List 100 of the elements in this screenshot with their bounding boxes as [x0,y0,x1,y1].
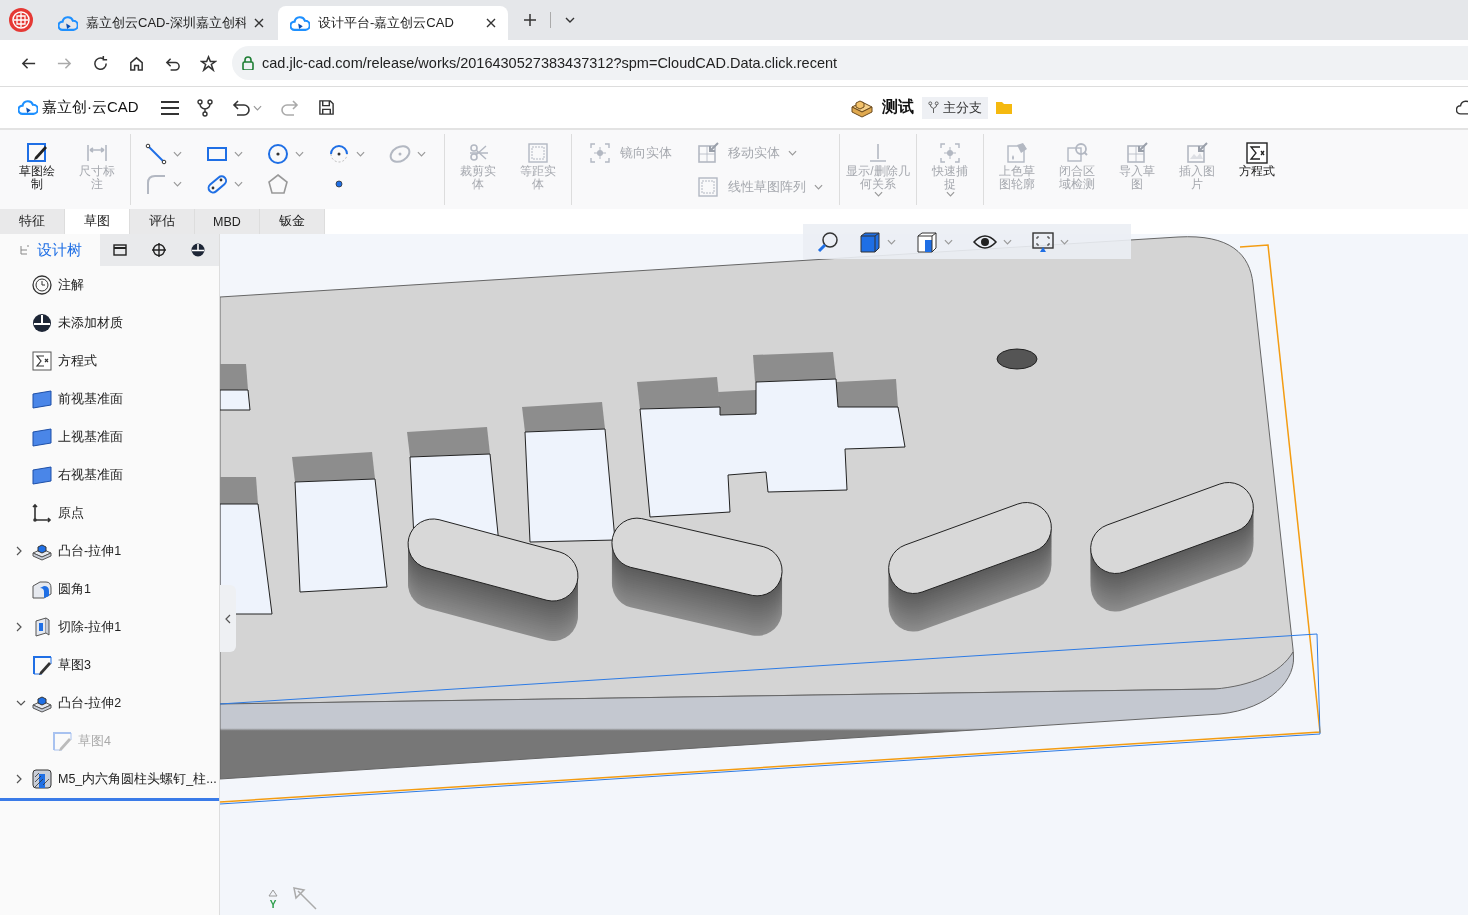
undo-icon[interactable] [230,99,251,116]
branch-icon[interactable] [196,98,213,117]
annotation-icon [32,275,52,295]
monitor-icon [1032,230,1054,253]
chevron-right-icon[interactable] [16,774,22,784]
tree-item[interactable]: 右视基准面 [58,466,123,484]
axis-label: Y [269,899,277,910]
picture-icon [1185,141,1209,165]
caret-icon [295,151,304,157]
corner-icon [145,173,167,195]
home-icon[interactable] [127,54,145,72]
caret-icon [417,151,426,157]
branch-badge[interactable]: 主分支 [922,96,988,119]
origin-icon [32,503,52,523]
offset-icon [696,175,720,199]
plane-icon [32,427,52,447]
ribbon-tab[interactable]: 草图 [65,209,130,234]
cloud-favicon-icon [58,14,78,32]
snap-icon [588,141,612,165]
browser-logo-icon[interactable] [8,7,34,33]
material-icon [32,313,52,333]
plane-icon [32,465,52,485]
equation-tool-button[interactable]: 方程式 [1228,141,1286,178]
equation-icon [1245,141,1269,165]
tree-item[interactable]: 凸台-拉伸2 [58,694,122,712]
equation-icon [32,351,52,371]
caret-icon [356,151,365,157]
caret-icon [173,181,182,187]
cube-icon [859,230,881,253]
caret-icon [252,104,262,111]
panel-icon [112,243,127,257]
caret-icon [234,181,243,187]
eye-icon [973,233,997,250]
star-icon[interactable] [199,54,217,72]
sketch-icon [32,655,52,675]
document-title: 测试 [882,97,914,117]
import-icon [1125,141,1149,165]
caret-icon [887,238,896,245]
search-icon [817,230,839,253]
axis-arrow-icon [268,889,278,897]
snap-icon [938,141,962,165]
offset-icon [526,141,550,165]
material-icon [190,243,205,257]
chevron-right-icon[interactable] [16,546,22,556]
caret-icon [1003,238,1012,245]
branch-icon [928,101,939,114]
ribbon-tab[interactable]: 特征 [0,209,65,234]
crosshair-icon [151,243,166,257]
plane-icon [32,389,52,409]
app-logo-text[interactable]: 嘉立创·云CAD [42,98,139,117]
tree-item[interactable]: 未添加材质 [58,314,123,332]
circle-icon [267,143,289,165]
tree-item[interactable]: 原点 [58,504,84,522]
new-tab-icon[interactable] [524,14,536,26]
tree-item[interactable]: 前视基准面 [58,390,123,408]
line-icon [145,143,167,165]
browser-tab[interactable]: 设计平台-嘉立创云CAD [278,6,508,40]
reload-icon[interactable] [91,54,109,72]
menu-icon[interactable] [160,100,179,115]
caret-icon [944,238,953,245]
tree-item[interactable]: 上视基准面 [58,428,123,446]
cloud-favicon-icon [290,14,310,32]
tree-panel-tab[interactable]: 设计树 [0,234,100,266]
close-icon[interactable] [254,18,264,28]
cloud-logo-icon [18,99,38,116]
tree-item[interactable]: 草图3 [58,656,91,674]
tree-item[interactable]: 注解 [58,276,84,294]
caret-icon [814,184,823,190]
ribbon-tab[interactable]: MBD [195,209,260,234]
ribbon-tab[interactable]: 钣金 [260,209,325,234]
part-icon [32,769,52,789]
sketch-icon [52,731,72,751]
lock-icon[interactable] [242,56,254,70]
sketch-tool-button[interactable]: 草图绘制 [8,141,66,191]
cube-icon [916,230,938,253]
hole [996,348,1038,370]
fillet-icon [32,579,52,599]
tree-item[interactable]: 凸台-拉伸1 [58,542,122,560]
save-icon[interactable] [317,99,335,116]
tree-item[interactable]: 圆角1 [58,580,91,598]
chevron-right-icon[interactable] [16,622,22,632]
chevron-left-icon [225,613,231,624]
caret-icon [1060,238,1069,245]
caret-icon [945,191,955,197]
close-icon[interactable] [486,18,496,28]
caret-icon [173,151,182,157]
caret-icon [234,151,243,157]
chevron-down-icon[interactable] [16,700,26,706]
shade-icon [1005,141,1029,165]
tree-icon [18,244,31,256]
axis-arrow-icon [292,886,318,910]
tree-item[interactable]: M5_内六角圆柱头螺钉_柱... [58,770,217,788]
tree-item[interactable]: 切除-拉伸1 [58,618,122,636]
caret-icon [873,191,883,197]
region-icon [1065,141,1089,165]
tree-item[interactable]: 方程式 [58,352,97,370]
tab-list-icon[interactable] [565,17,575,23]
polygon-icon [267,173,289,195]
ribbon-tab[interactable]: 评估 [130,209,195,234]
caret-icon [788,150,797,156]
